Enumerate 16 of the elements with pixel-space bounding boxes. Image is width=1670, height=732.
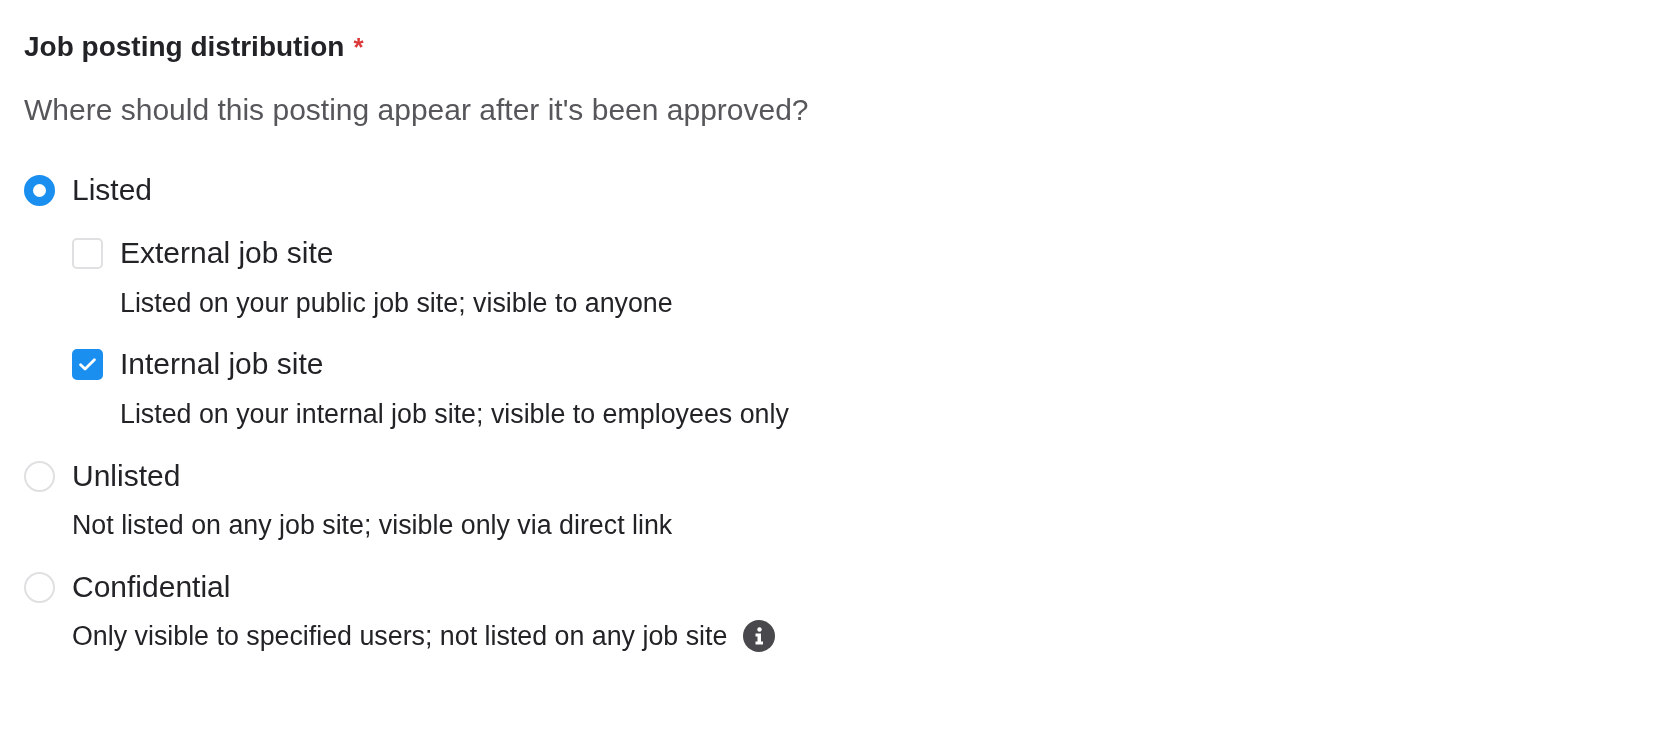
option-label[interactable]: Internal job site [120,346,324,382]
radio-button[interactable] [24,174,55,206]
check-icon [79,357,96,371]
help-text: Where should this posting appear after it's been approved? [24,92,809,128]
required-mark: * [353,31,364,64]
option-label[interactable]: External job site [120,235,334,271]
option-description: Listed on your public job site; visible to anyone [120,287,673,319]
field-label: Job posting distribution [24,30,345,64]
option-label[interactable]: Unlisted [72,458,181,494]
option-description: Only visible to specified users; not listed on any job site [72,620,728,652]
checkbox[interactable] [72,348,103,380]
option-label[interactable]: Listed [72,172,153,208]
option-description: Not listed on any job site; visible only via direct link [72,509,673,541]
info-icon[interactable] [743,620,776,652]
option-label[interactable]: Confidential [72,569,231,605]
option-description: Listed on your internal job site; visible to employees only [120,398,789,430]
